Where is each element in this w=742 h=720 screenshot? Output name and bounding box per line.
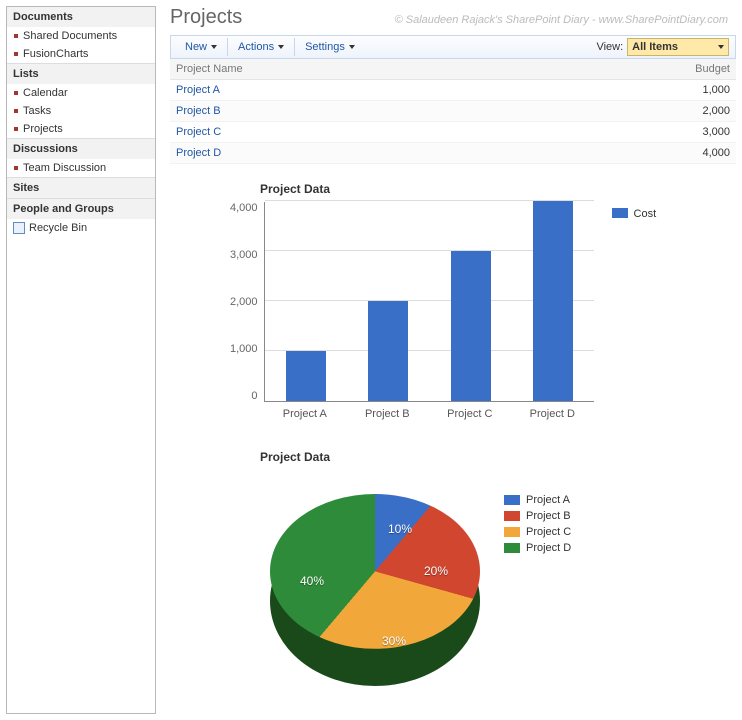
view-selector-value: All Items (632, 41, 678, 53)
x-tick: Project D (511, 408, 594, 420)
bar (368, 301, 408, 401)
legend-item: Project D (504, 542, 571, 554)
legend-swatch (504, 543, 520, 553)
col-project-name[interactable]: Project Name (170, 59, 525, 80)
pie-chart-container: Project Data 10% 20% 30% 40% Project A P… (230, 450, 736, 704)
legend-item: Project C (504, 526, 571, 538)
legend-label: Project B (526, 510, 571, 522)
x-tick: Project C (429, 408, 512, 420)
row-link[interactable]: Project D (176, 147, 221, 159)
bar-chart-legend: Cost (612, 202, 657, 432)
legend-label: Project D (526, 542, 571, 554)
legend-item: Project A (504, 494, 571, 506)
legend-label: Project A (526, 494, 570, 506)
chevron-down-icon (718, 45, 724, 49)
bar-chart-plot (264, 202, 594, 402)
nav-item-tasks[interactable]: Tasks (7, 102, 155, 120)
bar-chart-y-axis: 4,000 3,000 2,000 1,000 0 (230, 202, 264, 402)
chevron-down-icon (211, 45, 217, 49)
actions-button[interactable]: Actions (230, 36, 292, 58)
nav-section-people-groups[interactable]: People and Groups (7, 198, 155, 219)
pie-chart: 10% 20% 30% 40% (270, 494, 480, 704)
table-row[interactable]: Project C 3,000 (170, 122, 736, 143)
new-button-label: New (185, 41, 207, 53)
row-link[interactable]: Project A (176, 84, 220, 96)
y-tick: 3,000 (230, 249, 258, 261)
x-tick: Project A (264, 408, 347, 420)
nav-item-fusioncharts[interactable]: FusionCharts (7, 45, 155, 63)
pie-chart-title: Project Data (260, 450, 736, 464)
pie-slice-label: 40% (300, 574, 324, 588)
pie-slice-label: 30% (382, 634, 406, 648)
recycle-bin-label: Recycle Bin (29, 222, 87, 234)
pie-surface (270, 494, 480, 649)
toolbar-separator (227, 38, 228, 56)
nav-item-calendar[interactable]: Calendar (7, 84, 155, 102)
bar (286, 351, 326, 401)
col-budget[interactable]: Budget (525, 59, 736, 80)
bar (451, 251, 491, 401)
toolbar-separator (294, 38, 295, 56)
nav-section-documents[interactable]: Documents (7, 7, 155, 27)
legend-swatch (504, 495, 520, 505)
view-label: View: (596, 41, 623, 53)
recycle-bin-icon (13, 222, 25, 234)
row-link[interactable]: Project C (176, 126, 221, 138)
list-toolbar: New Actions Settings View: All Items (170, 35, 736, 59)
nav-section-discussions[interactable]: Discussions (7, 138, 155, 159)
settings-button-label: Settings (305, 41, 345, 53)
bar-chart-container: Project Data 4,000 3,000 2,000 1,000 0 P… (230, 182, 736, 432)
row-link[interactable]: Project B (176, 105, 221, 117)
y-tick: 4,000 (230, 202, 258, 214)
main-content: © Salaudeen Rajack's SharePoint Diary - … (156, 6, 736, 714)
nav-section-lists[interactable]: Lists (7, 63, 155, 84)
y-tick: 2,000 (230, 296, 258, 308)
y-tick: 1,000 (230, 343, 258, 355)
legend-label: Project C (526, 526, 571, 538)
actions-button-label: Actions (238, 41, 274, 53)
nav-item-shared-documents[interactable]: Shared Documents (7, 27, 155, 45)
table-row[interactable]: Project A 1,000 (170, 80, 736, 101)
pie-slice-label: 10% (388, 522, 412, 536)
page-title: Projects (170, 6, 736, 29)
bar-chart-x-axis: Project A Project B Project C Project D (264, 408, 594, 420)
nav-section-sites[interactable]: Sites (7, 177, 155, 198)
x-tick: Project B (346, 408, 429, 420)
legend-item: Project B (504, 510, 571, 522)
table-row[interactable]: Project D 4,000 (170, 143, 736, 164)
bar-chart-title: Project Data (260, 182, 736, 196)
bar (533, 201, 573, 401)
projects-table: Project Name Budget Project A 1,000 Proj… (170, 59, 736, 164)
row-budget: 4,000 (525, 143, 736, 164)
legend-swatch (504, 527, 520, 537)
new-button[interactable]: New (177, 36, 225, 58)
row-budget: 3,000 (525, 122, 736, 143)
legend-swatch (504, 511, 520, 521)
settings-button[interactable]: Settings (297, 36, 363, 58)
legend-swatch (612, 208, 628, 218)
y-tick: 0 (230, 390, 258, 402)
row-budget: 1,000 (525, 80, 736, 101)
row-budget: 2,000 (525, 101, 736, 122)
pie-chart-legend: Project A Project B Project C Project D (504, 494, 571, 704)
left-navigation: Documents Shared Documents FusionCharts … (6, 6, 156, 714)
nav-item-recycle-bin[interactable]: Recycle Bin (7, 219, 155, 237)
view-selector[interactable]: All Items (627, 38, 729, 56)
chevron-down-icon (278, 45, 284, 49)
nav-item-team-discussion[interactable]: Team Discussion (7, 159, 155, 177)
table-row[interactable]: Project B 2,000 (170, 101, 736, 122)
pie-slice-label: 20% (424, 564, 448, 578)
nav-item-projects[interactable]: Projects (7, 120, 155, 138)
legend-label: Cost (634, 208, 657, 220)
chevron-down-icon (349, 45, 355, 49)
